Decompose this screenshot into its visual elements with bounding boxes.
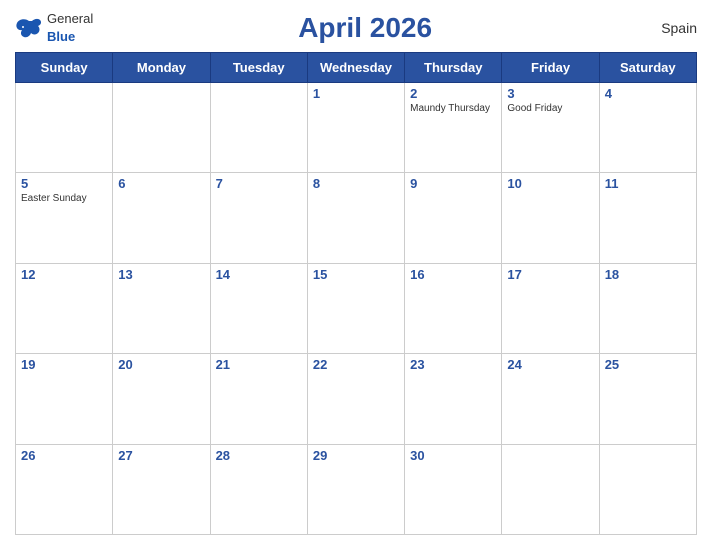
week-row-1: 12 Maundy Thursday 3 Good Friday 4: [16, 83, 697, 173]
week-row-4: 19 20 21 22 23 24 25: [16, 354, 697, 444]
calendar-cell: 1: [307, 83, 404, 173]
calendar-cell: [210, 83, 307, 173]
day-number: 21: [216, 357, 302, 372]
calendar-cell: 21: [210, 354, 307, 444]
calendar-cell: 13: [113, 263, 210, 353]
logo-general: General: [47, 11, 93, 26]
calendar-cell: 28: [210, 444, 307, 534]
day-number: 4: [605, 86, 691, 101]
day-number: 26: [21, 448, 107, 463]
calendar-cell: 10: [502, 173, 599, 263]
day-number: 11: [605, 176, 691, 191]
calendar-header: General Blue April 2026 Spain: [15, 10, 697, 46]
logo-blue: Blue: [47, 29, 75, 44]
day-number: 20: [118, 357, 204, 372]
day-number: 19: [21, 357, 107, 372]
calendar-cell: 23: [405, 354, 502, 444]
country-label: Spain: [637, 20, 697, 36]
day-number: 16: [410, 267, 496, 282]
calendar-cell: 7: [210, 173, 307, 263]
weekday-header-tuesday: Tuesday: [210, 53, 307, 83]
day-number: 24: [507, 357, 593, 372]
calendar-cell: 16: [405, 263, 502, 353]
calendar-cell: 14: [210, 263, 307, 353]
day-number: 30: [410, 448, 496, 463]
logo-text: General Blue: [47, 10, 93, 46]
calendar-cell: 4: [599, 83, 696, 173]
calendar-cell: 2 Maundy Thursday: [405, 83, 502, 173]
weekday-header-thursday: Thursday: [405, 53, 502, 83]
day-number: 28: [216, 448, 302, 463]
calendar-cell: 15: [307, 263, 404, 353]
calendar-cell: 26: [16, 444, 113, 534]
day-number: 23: [410, 357, 496, 372]
day-number: 27: [118, 448, 204, 463]
day-number: 12: [21, 267, 107, 282]
day-number: 29: [313, 448, 399, 463]
week-row-3: 12 13 14 15 16 17 18: [16, 263, 697, 353]
weekday-header-monday: Monday: [113, 53, 210, 83]
day-number: 17: [507, 267, 593, 282]
logo-bird-icon: [15, 17, 43, 39]
calendar-cell: 27: [113, 444, 210, 534]
week-row-2: 5 Easter Sunday 6789 10 11: [16, 173, 697, 263]
day-number: 15: [313, 267, 399, 282]
holiday-label: Maundy Thursday: [410, 103, 496, 114]
day-number: 8: [313, 176, 399, 191]
day-number: 14: [216, 267, 302, 282]
holiday-label: Good Friday: [507, 103, 593, 114]
calendar-cell: [599, 444, 696, 534]
week-row-5: 26 27 28 29 30: [16, 444, 697, 534]
calendar-cell: 5 Easter Sunday: [16, 173, 113, 263]
day-number: 5: [21, 176, 107, 191]
calendar-cell: 24: [502, 354, 599, 444]
weekday-header-friday: Friday: [502, 53, 599, 83]
day-number: 25: [605, 357, 691, 372]
day-number: 22: [313, 357, 399, 372]
calendar-cell: [113, 83, 210, 173]
day-number: 10: [507, 176, 593, 191]
weekday-header-row: SundayMondayTuesdayWednesdayThursdayFrid…: [16, 53, 697, 83]
logo: General Blue: [15, 10, 93, 46]
calendar-cell: 8: [307, 173, 404, 263]
calendar-cell: [16, 83, 113, 173]
calendar-title: April 2026: [93, 12, 637, 44]
calendar-cell: 9: [405, 173, 502, 263]
calendar-cell: 3 Good Friday: [502, 83, 599, 173]
calendar-cell: 29: [307, 444, 404, 534]
calendar-cell: 30: [405, 444, 502, 534]
day-number: 2: [410, 86, 496, 101]
calendar-cell: 19: [16, 354, 113, 444]
day-number: 1: [313, 86, 399, 101]
calendar-cell: 25: [599, 354, 696, 444]
day-number: 13: [118, 267, 204, 282]
calendar-cell: 17: [502, 263, 599, 353]
day-number: 6: [118, 176, 204, 191]
day-number: 9: [410, 176, 496, 191]
calendar-cell: 11: [599, 173, 696, 263]
calendar-cell: 18: [599, 263, 696, 353]
calendar-cell: 20: [113, 354, 210, 444]
weekday-header-wednesday: Wednesday: [307, 53, 404, 83]
calendar-cell: 12: [16, 263, 113, 353]
calendar-cell: 22: [307, 354, 404, 444]
day-number: 18: [605, 267, 691, 282]
holiday-label: Easter Sunday: [21, 193, 107, 204]
day-number: 3: [507, 86, 593, 101]
day-number: 7: [216, 176, 302, 191]
weekday-header-saturday: Saturday: [599, 53, 696, 83]
weekday-header-sunday: Sunday: [16, 53, 113, 83]
calendar-table: SundayMondayTuesdayWednesdayThursdayFrid…: [15, 52, 697, 535]
calendar-cell: 6: [113, 173, 210, 263]
calendar-cell: [502, 444, 599, 534]
